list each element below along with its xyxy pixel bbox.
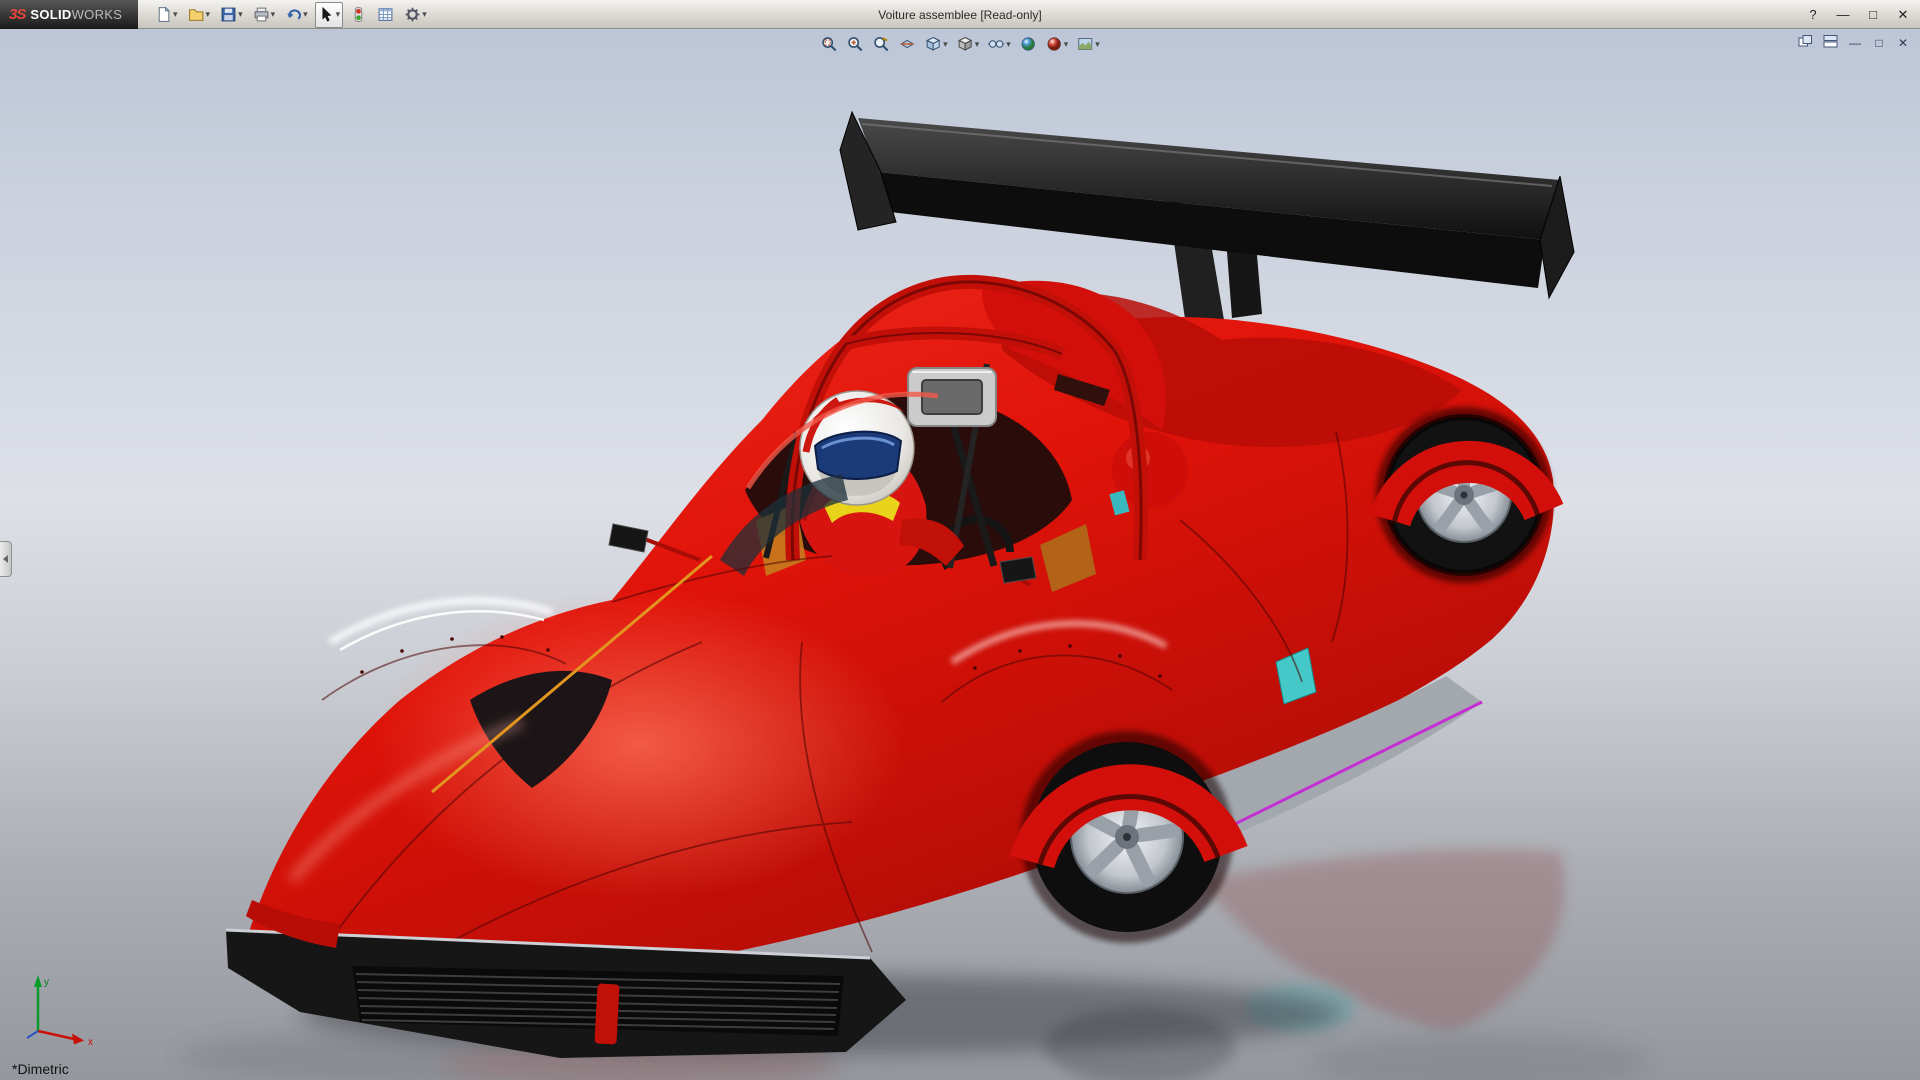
- file-properties-button[interactable]: [374, 2, 397, 28]
- main-toolbar: [152, 0, 430, 29]
- view-heads-up-toolbar: [820, 35, 1100, 53]
- zoom-to-fit-button[interactable]: [846, 35, 864, 53]
- display-style-icon: [956, 35, 974, 53]
- select-arrow-icon: [318, 6, 335, 23]
- save-icon: [220, 6, 237, 23]
- open-folder-icon: [188, 6, 205, 23]
- options-button[interactable]: [401, 2, 430, 28]
- front-wheel[interactable]: [1021, 731, 1233, 943]
- save-button[interactable]: [217, 2, 246, 28]
- close-button[interactable]: ✕: [1894, 0, 1912, 29]
- appearance-globe-icon: [1019, 35, 1037, 53]
- hide-show-items-button[interactable]: [987, 35, 1011, 53]
- select-tool-button[interactable]: [315, 2, 344, 28]
- print-icon: [253, 6, 270, 23]
- maximize-button[interactable]: □: [1864, 0, 1882, 29]
- doc-close-button[interactable]: ✕: [1896, 36, 1910, 50]
- cascade-windows-icon[interactable]: [1798, 34, 1813, 51]
- zoom-fit-icon: [846, 35, 864, 53]
- print-button[interactable]: [250, 2, 279, 28]
- collapse-arrow-icon: [3, 555, 8, 563]
- glasses-icon: [987, 35, 1005, 53]
- undo-button[interactable]: [282, 2, 311, 28]
- view-orientation-button[interactable]: [924, 35, 948, 53]
- scene-landscape-icon: [1076, 35, 1094, 53]
- model-view-canvas[interactable]: [0, 0, 1920, 1080]
- triad-x-label: x: [88, 1037, 93, 1048]
- apply-scene-button[interactable]: [1045, 35, 1069, 53]
- rebuild-icon: [350, 6, 367, 23]
- solidworks-window: 3S SOLIDWORKS: [0, 0, 1920, 1080]
- zoom-selection-icon: [872, 35, 890, 53]
- display-style-button[interactable]: [956, 35, 980, 53]
- doc-minimize-button[interactable]: —: [1848, 36, 1862, 50]
- view-settings-button[interactable]: [1076, 35, 1100, 53]
- new-document-icon: [155, 6, 172, 23]
- file-properties-icon: [377, 6, 394, 23]
- zoom-to-selection-button[interactable]: [872, 35, 890, 53]
- reference-triad: y x: [16, 969, 106, 1054]
- help-button[interactable]: ?: [1804, 0, 1822, 29]
- zoom-to-area-button[interactable]: [820, 35, 838, 53]
- tile-windows-icon[interactable]: [1823, 34, 1838, 51]
- new-document-button[interactable]: [152, 2, 181, 28]
- options-gear-icon: [404, 6, 421, 23]
- view-cube-icon: [924, 35, 942, 53]
- minimize-button[interactable]: —: [1834, 0, 1852, 29]
- solidworks-logo: 3S SOLIDWORKS: [0, 0, 138, 29]
- section-view-icon: [898, 35, 916, 53]
- window-title: Voiture assemblee [Read-only]: [878, 0, 1041, 29]
- zoom-area-icon: [820, 35, 838, 53]
- scene-icon: [1045, 35, 1063, 53]
- rebuild-button[interactable]: [347, 2, 370, 28]
- edit-appearance-button[interactable]: [1019, 35, 1037, 53]
- app-name: SOLIDWORKS: [30, 7, 122, 22]
- title-bar: 3S SOLIDWORKS: [0, 0, 1920, 29]
- rear-wheel[interactable]: [1376, 407, 1552, 583]
- undo-icon: [285, 6, 302, 23]
- open-document-button[interactable]: [185, 2, 214, 28]
- triad-y-label: y: [44, 977, 49, 988]
- doc-restore-button[interactable]: □: [1872, 36, 1886, 50]
- view-orientation-label: *Dimetric: [12, 1061, 69, 1077]
- document-window-controls: — □ ✕: [1798, 34, 1910, 51]
- logo-mark-icon: 3S: [9, 6, 25, 23]
- section-view-button[interactable]: [898, 35, 916, 53]
- window-controls: ? — □ ✕: [1804, 0, 1912, 29]
- feature-panel-tab[interactable]: [0, 541, 12, 577]
